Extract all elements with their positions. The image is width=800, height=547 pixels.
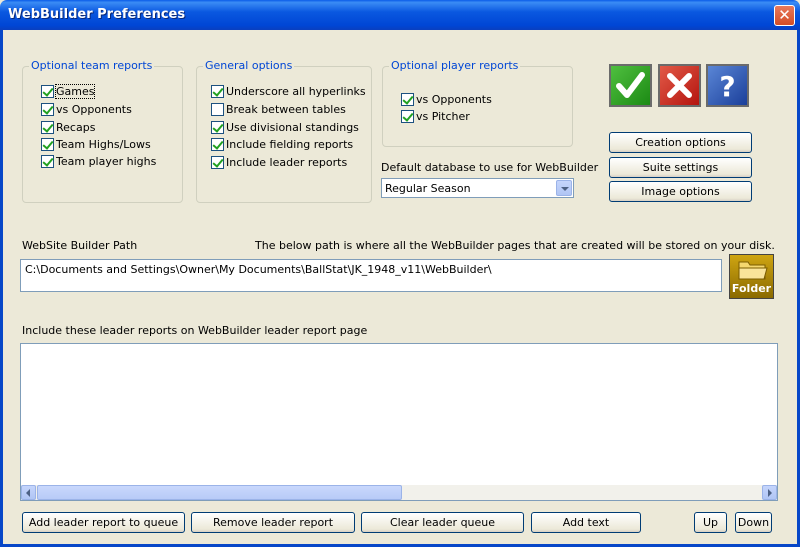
general-options-group: General options Underscore all hyperlink… — [196, 59, 372, 203]
ok-button[interactable] — [609, 64, 652, 107]
checkbox-vs-pitcher[interactable]: vs Pitcher — [401, 109, 470, 123]
path-description: The below path is where all the WebBuild… — [255, 239, 775, 252]
checkbox-break-between-tables[interactable]: Break between tables — [211, 102, 346, 116]
checkbox-fielding-reports[interactable]: Include fielding reports — [211, 137, 353, 151]
checkmark-icon — [616, 72, 645, 98]
team-reports-label: Optional team reports — [29, 59, 155, 72]
underscore-hyperlinks-label: Underscore all hyperlinks — [226, 84, 366, 98]
leader-reports-list-label: Include these leader reports on WebBuild… — [22, 324, 368, 337]
recaps-checkbox[interactable] — [41, 120, 54, 134]
checkbox-vs-opponents[interactable]: vs Opponents — [41, 102, 132, 116]
vs-opponents-checkbox[interactable] — [41, 102, 54, 116]
leader-reports-list[interactable] — [20, 343, 778, 501]
path-label: WebSite Builder Path — [22, 239, 138, 252]
creation-options-button[interactable]: Creation options — [609, 132, 752, 153]
checkbox-divisional-standings[interactable]: Use divisional standings — [211, 120, 359, 134]
team-player-highs-checkbox[interactable] — [41, 154, 54, 168]
checkbox-games[interactable]: Games — [41, 83, 96, 99]
x-icon — [667, 73, 692, 98]
folder-icon — [738, 261, 768, 280]
divisional-standings-checkbox[interactable] — [211, 120, 224, 134]
games-label: Games — [54, 83, 96, 99]
image-options-button[interactable]: Image options — [609, 181, 752, 202]
vs-opponents-label: vs Opponents — [56, 102, 132, 116]
checkbox-recaps[interactable]: Recaps — [41, 120, 95, 134]
checkbox-team-highs-lows[interactable]: Team Highs/Lows — [41, 137, 151, 151]
scroll-right-icon[interactable] — [762, 485, 777, 500]
team-reports-group: Optional team reports Games vs Opponents… — [22, 59, 183, 203]
add-leader-report-button[interactable]: Add leader report to queue — [22, 512, 185, 533]
up-button[interactable]: Up — [694, 512, 727, 533]
checkbox-team-player-highs[interactable]: Team player highs — [41, 154, 156, 168]
checkbox-player-vs-opponents[interactable]: vs Opponents — [401, 92, 492, 106]
team-player-highs-label: Team player highs — [56, 154, 157, 168]
suite-settings-button[interactable]: Suite settings — [609, 157, 752, 178]
fielding-reports-label: Include fielding reports — [226, 137, 354, 151]
help-button[interactable]: ? — [706, 64, 749, 107]
team-highs-lows-label: Team Highs/Lows — [56, 137, 151, 151]
player-reports-label: Optional player reports — [389, 59, 521, 72]
question-icon: ? — [719, 70, 735, 103]
player-reports-group: Optional player reports vs Opponents vs … — [382, 59, 573, 147]
database-select[interactable]: Regular Season — [381, 178, 574, 198]
games-checkbox[interactable] — [41, 84, 54, 98]
break-between-tables-checkbox[interactable] — [211, 102, 224, 116]
checkbox-underscore-hyperlinks[interactable]: Underscore all hyperlinks — [211, 84, 366, 98]
cancel-button[interactable] — [658, 64, 701, 107]
folder-button[interactable]: Folder — [729, 254, 774, 299]
database-label: Default database to use for WebBuilder — [381, 161, 599, 174]
underscore-hyperlinks-checkbox[interactable] — [211, 84, 224, 98]
title-bar: WebBuilder Preferences ✕ — [0, 0, 800, 30]
scroll-left-icon[interactable] — [21, 485, 36, 500]
horizontal-scrollbar[interactable] — [21, 485, 777, 500]
add-text-button[interactable]: Add text — [531, 512, 641, 533]
close-button[interactable]: ✕ — [774, 5, 795, 26]
general-options-label: General options — [203, 59, 295, 72]
window-title: WebBuilder Preferences — [8, 7, 186, 22]
divisional-standings-label: Use divisional standings — [226, 120, 359, 134]
path-value: C:\Documents and Settings\Owner\My Docum… — [25, 263, 492, 276]
fielding-reports-checkbox[interactable] — [211, 137, 224, 151]
leader-reports-checkbox[interactable] — [211, 155, 224, 169]
leader-reports-label: Include leader reports — [226, 155, 348, 169]
break-between-tables-label: Break between tables — [226, 102, 346, 116]
remove-leader-report-button[interactable]: Remove leader report — [191, 512, 355, 533]
vs-pitcher-checkbox[interactable] — [401, 109, 414, 123]
scrollbar-thumb[interactable] — [37, 485, 402, 500]
down-button[interactable]: Down — [735, 512, 772, 533]
player-vs-opponents-label: vs Opponents — [416, 92, 492, 106]
folder-label: Folder — [731, 282, 772, 295]
team-highs-lows-checkbox[interactable] — [41, 137, 54, 151]
player-vs-opponents-checkbox[interactable] — [401, 92, 414, 106]
path-input[interactable]: C:\Documents and Settings\Owner\My Docum… — [20, 259, 722, 292]
svg-text:?: ? — [719, 70, 735, 103]
chevron-down-icon[interactable] — [556, 180, 572, 196]
database-value: Regular Season — [385, 182, 471, 195]
checkbox-leader-reports[interactable]: Include leader reports — [211, 155, 347, 169]
clear-leader-queue-button[interactable]: Clear leader queue — [361, 512, 524, 533]
vs-pitcher-label: vs Pitcher — [416, 109, 470, 123]
recaps-label: Recaps — [56, 120, 96, 134]
